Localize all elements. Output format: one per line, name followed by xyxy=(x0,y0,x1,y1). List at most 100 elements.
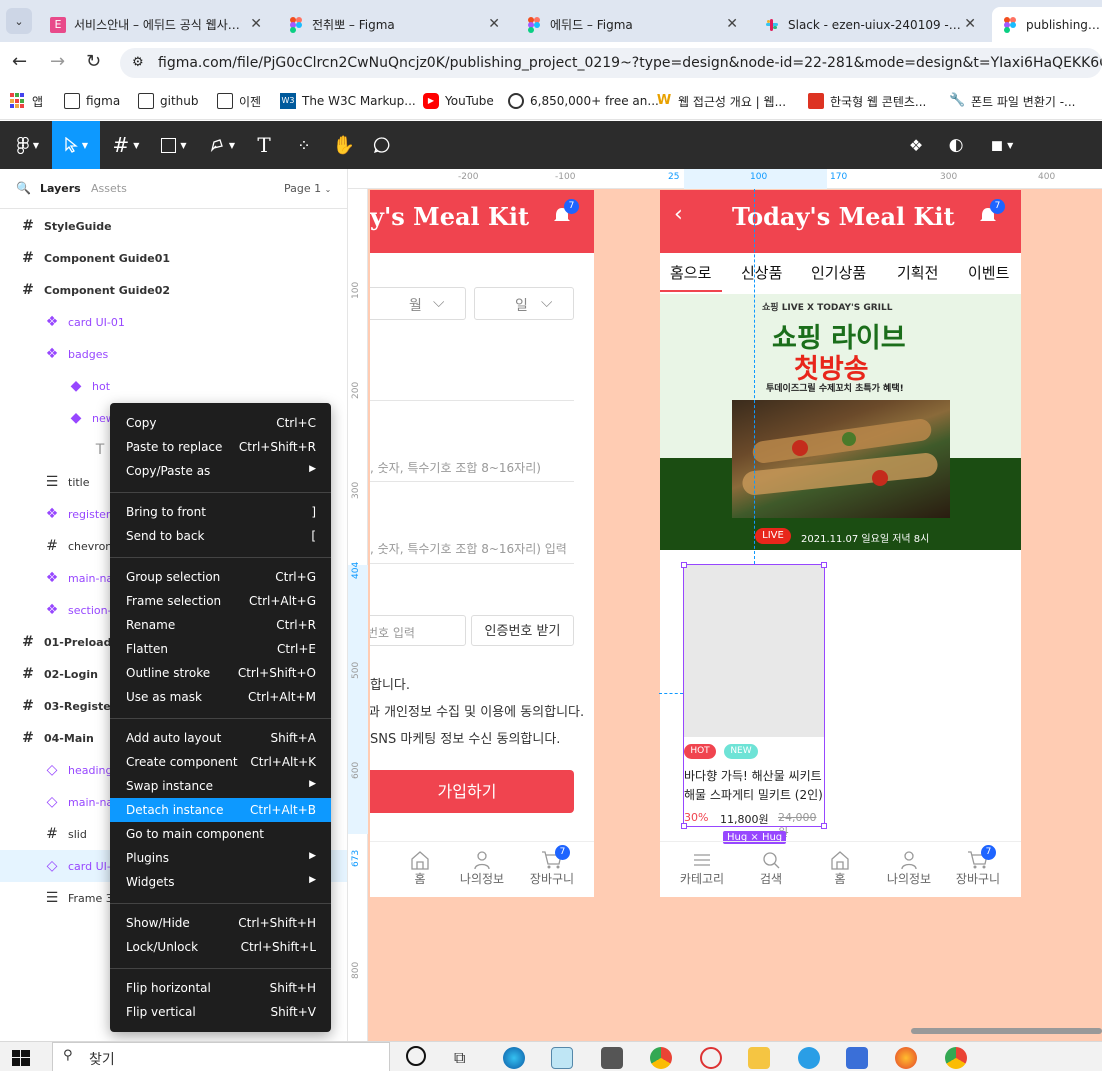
internet-explorer-icon[interactable] xyxy=(798,1047,820,1069)
tab-popular[interactable]: 인기상품 xyxy=(811,262,866,283)
context-menu-item[interactable]: Send to back [ xyxy=(110,524,331,548)
bookmark-youtube[interactable]: ▶ YouTube xyxy=(423,90,494,112)
context-menu-item[interactable]: Flip vertical Shift+V xyxy=(110,1000,331,1024)
main-frame[interactable]: ‹ Today's Meal Kit 7 홈으로 신상품 인기상품 기획전 이벤… xyxy=(660,190,1021,897)
new-badge[interactable]: NEW xyxy=(724,744,758,759)
layer-row[interactable]: # Component Guide02 xyxy=(0,274,347,306)
close-icon[interactable]: ✕ xyxy=(726,16,738,32)
hand-tool[interactable]: ✋ xyxy=(328,121,360,169)
context-menu-item[interactable]: Rename Ctrl+R xyxy=(110,613,331,637)
context-menu-item[interactable]: Bring to front] xyxy=(110,500,331,524)
browser-tab[interactable]: E 서비스안내 – 에뒤드 공식 웹사이트 ✕ xyxy=(40,7,272,42)
context-menu-item[interactable]: Outline stroke Ctrl+Shift+O xyxy=(110,661,331,685)
back-chevron-icon[interactable]: ‹ xyxy=(674,202,683,227)
tab-home[interactable]: 홈으로 xyxy=(670,262,711,283)
bookmark-figma[interactable]: figma xyxy=(64,90,120,112)
verify-code-input[interactable]: 번호 입력 xyxy=(370,615,466,646)
app-icon[interactable] xyxy=(846,1047,868,1069)
browser-tab[interactable]: 전취뽀 – Figma ✕ xyxy=(278,7,510,42)
verify-code-button[interactable]: 인증번호 받기 xyxy=(471,615,574,646)
context-menu-item[interactable]: Widgets ▶ xyxy=(110,870,331,894)
design-canvas[interactable]: -200 -100 25 100 170 300 400 100 200 300 404 500 60… xyxy=(348,169,1102,1041)
nav-mypage[interactable]: 나의정보 xyxy=(452,850,512,887)
nav-cart[interactable]: 장바구니 xyxy=(522,850,582,887)
bookmark-w3c[interactable]: W3 The W3C Markup... xyxy=(280,90,416,112)
context-menu-item[interactable]: Frame selection Ctrl+Alt+G xyxy=(110,589,331,613)
agree-all-label[interactable]: 합니다. xyxy=(370,674,410,693)
context-menu-item[interactable]: Paste to replace Ctrl+Shift+R xyxy=(110,435,331,459)
pen-tool[interactable]: ▼ xyxy=(200,121,244,169)
context-menu-item[interactable]: Plugins ▶ xyxy=(110,846,331,870)
context-menu-item[interactable]: Lock/Unlock Ctrl+Shift+L xyxy=(110,935,331,959)
notepad-icon[interactable] xyxy=(551,1047,573,1069)
bookmark-accessibility[interactable]: W 웹 접근성 개요 | 웹... xyxy=(656,90,786,112)
main-menu-button[interactable]: ▼ xyxy=(8,121,48,169)
bookmark-apps[interactable]: 앱 xyxy=(10,90,43,112)
close-icon[interactable]: ✕ xyxy=(964,16,976,32)
browser-tab[interactable]: 에뒤드 – Figma ✕ xyxy=(516,7,748,42)
context-menu-item[interactable]: Go to main component xyxy=(110,822,331,846)
tab-special[interactable]: 기획전 xyxy=(897,262,938,283)
frame-tool[interactable]: # ▼ xyxy=(104,121,148,169)
tab-search-button[interactable]: ⌄ xyxy=(6,8,32,34)
cortana-icon[interactable] xyxy=(406,1046,426,1066)
mask-button[interactable]: ◐ xyxy=(940,121,972,169)
task-view-icon[interactable]: ⧉ xyxy=(454,1048,465,1068)
forward-icon[interactable]: → xyxy=(50,51,65,72)
context-menu-item[interactable]: Flatten Ctrl+E xyxy=(110,637,331,661)
move-tool[interactable]: ▼ xyxy=(52,121,100,169)
edge-icon[interactable] xyxy=(503,1047,525,1069)
register-frame[interactable]: y's Meal Kit 7 월 ⌵ 일 ⌵ , 숫자, 특수기호 조합 8~1… xyxy=(370,190,594,897)
context-menu-item[interactable]: Group selection Ctrl+G xyxy=(110,565,331,589)
nav-cart[interactable]: 장바구니 xyxy=(948,850,1008,887)
reload-icon[interactable]: ↻ xyxy=(86,51,101,72)
site-settings-icon[interactable]: ⚙ xyxy=(132,48,144,78)
password-field[interactable]: , 숫자, 특수기호 조합 8~16자리) xyxy=(370,459,541,476)
resize-handle[interactable] xyxy=(681,823,687,829)
resize-handle[interactable] xyxy=(821,823,827,829)
firefox-icon[interactable] xyxy=(895,1047,917,1069)
page-selector[interactable]: Page 1 ⌄ xyxy=(284,182,331,195)
start-button[interactable] xyxy=(12,1050,30,1066)
bookmark-font-converter[interactable]: 🔧 폰트 파일 변환기 -... xyxy=(949,90,1076,112)
layer-row[interactable]: ◆ hot xyxy=(0,370,347,402)
nav-home[interactable]: 홈 xyxy=(820,850,860,887)
context-menu-item[interactable]: Create component Ctrl+Alt+K xyxy=(110,750,331,774)
layer-row[interactable]: ❖ card UI-01 xyxy=(0,306,347,338)
chrome-icon[interactable] xyxy=(650,1047,672,1069)
nav-search[interactable]: 검색 xyxy=(748,850,794,887)
tab-new[interactable]: 신상품 xyxy=(741,262,782,283)
bookmark-freepik[interactable]: 6,850,000+ free an... xyxy=(508,90,659,112)
agree-privacy-label[interactable]: 과 개인정보 수집 및 이용에 동의합니다. xyxy=(370,701,584,720)
browser-tab-active[interactable]: publishing_pro xyxy=(992,7,1102,42)
close-icon[interactable]: ✕ xyxy=(488,16,500,32)
resize-handle[interactable] xyxy=(821,562,827,568)
taskbar-search[interactable]: ⚲ 찾기 xyxy=(52,1042,390,1071)
bookmark-kwcag[interactable]: 한국형 웹 콘텐츠... xyxy=(808,90,926,112)
bookmark-github[interactable]: github xyxy=(138,90,198,112)
context-menu-item[interactable]: Swap instance ▶ xyxy=(110,774,331,798)
tab-layers[interactable]: Layers xyxy=(40,182,81,195)
resources-tool[interactable]: ⁘ xyxy=(288,121,320,169)
close-icon[interactable]: ✕ xyxy=(250,16,262,32)
tab-assets[interactable]: Assets xyxy=(91,182,127,195)
layer-row[interactable]: # StyleGuide xyxy=(0,210,347,242)
component-button[interactable]: ❖ xyxy=(900,121,932,169)
birth-day-select[interactable]: 일 ⌵ xyxy=(474,287,574,320)
layer-row[interactable]: # Component Guide01 xyxy=(0,242,347,274)
context-menu-item[interactable]: Show/Hide Ctrl+Shift+H xyxy=(110,911,331,935)
shape-tool[interactable]: ▼ xyxy=(152,121,196,169)
boolean-button[interactable]: ◼ ▼ xyxy=(980,121,1024,169)
password-confirm-field[interactable]: , 숫자, 특수기호 조합 8~16자리) 입력 xyxy=(370,540,567,557)
nav-category[interactable]: 카테고리 xyxy=(674,850,730,887)
context-menu-item[interactable]: Detach instance Ctrl+Alt+B xyxy=(110,798,331,822)
comment-tool[interactable] xyxy=(366,121,398,169)
context-menu-item[interactable]: Use as mask Ctrl+Alt+M xyxy=(110,685,331,709)
nav-mypage[interactable]: 나의정보 xyxy=(879,850,939,887)
chrome-icon[interactable] xyxy=(945,1047,967,1069)
context-menu-item[interactable]: Add auto layout Shift+A xyxy=(110,726,331,750)
snipping-tool-icon[interactable] xyxy=(700,1047,722,1069)
hot-badge[interactable]: HOT xyxy=(684,744,716,759)
product-card[interactable]: HOT NEW 바다향 가득! 해산물 씨키트 해물 스파게티 밀키트 (2인)… xyxy=(681,562,827,839)
browser-tab[interactable]: Slack - ezen-uiux-240109 - W ✕ xyxy=(754,7,986,42)
